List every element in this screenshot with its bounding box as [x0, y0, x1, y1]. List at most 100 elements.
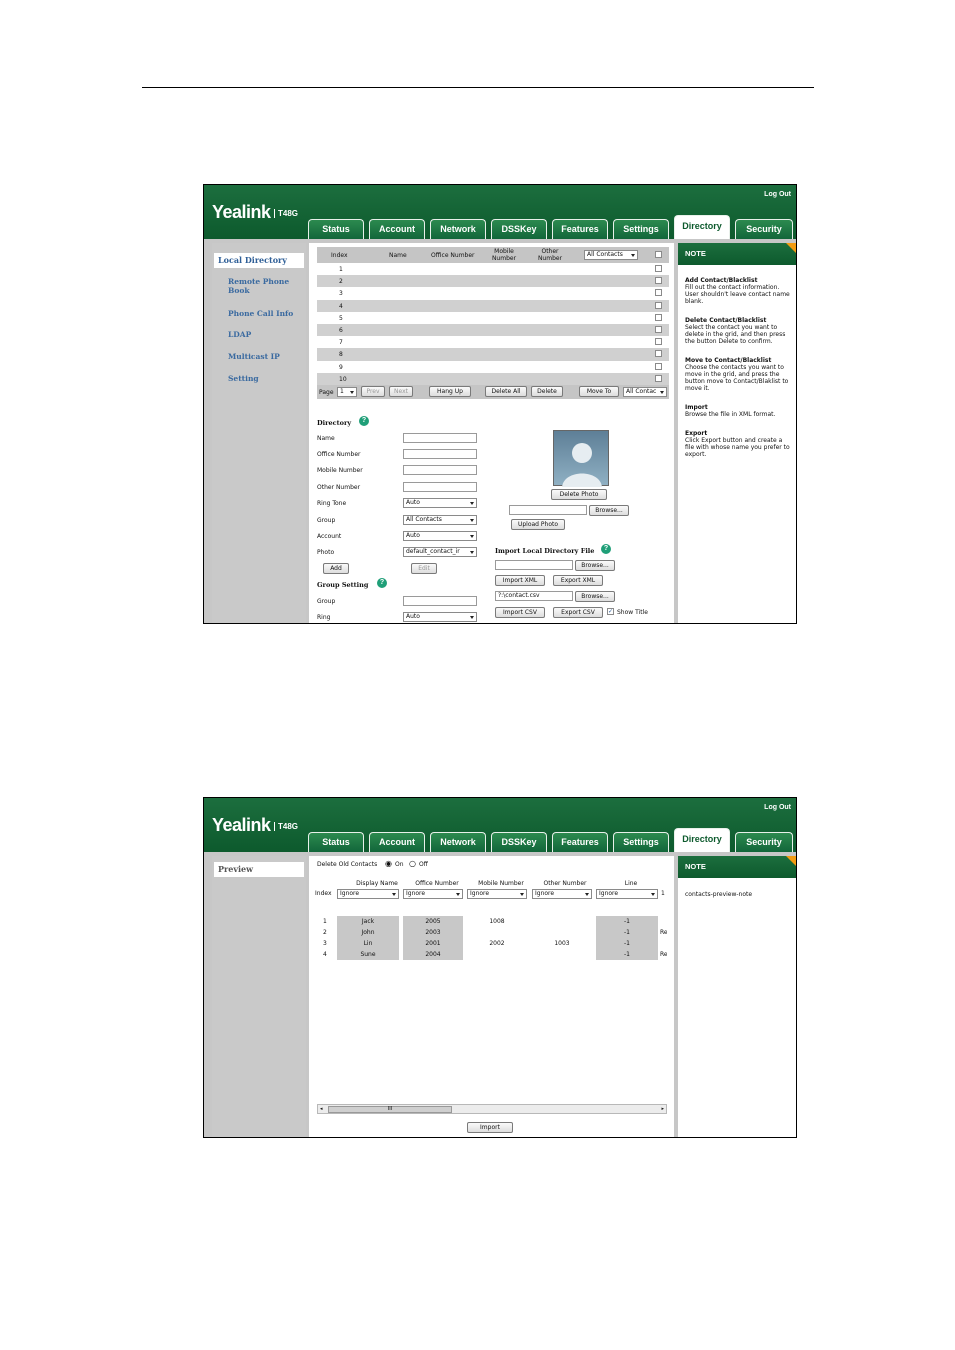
- import-xml-button[interactable]: Import XML: [495, 575, 545, 586]
- select-all-checkbox[interactable]: [655, 251, 662, 258]
- tab-status[interactable]: Status: [308, 832, 364, 852]
- upload-photo-button[interactable]: Upload Photo: [511, 519, 565, 530]
- tab-status[interactable]: Status: [308, 219, 364, 239]
- table-row[interactable]: 7: [317, 336, 669, 348]
- csv-file-input[interactable]: ?:\contact.csv: [495, 591, 573, 601]
- logout-link[interactable]: Log Out: [764, 804, 791, 811]
- contacts-filter-select[interactable]: All Contacts: [584, 250, 638, 260]
- show-title-checkbox[interactable]: ✓: [607, 608, 614, 615]
- add-button[interactable]: Add: [323, 563, 349, 574]
- move-target-select[interactable]: All Contac: [623, 386, 667, 397]
- note-item: Delete Contact/Blacklist Select the conta…: [685, 317, 793, 345]
- sidebar-item-ldap[interactable]: LDAP: [228, 330, 251, 339]
- import-help-icon[interactable]: ?: [601, 544, 611, 554]
- tab-settings[interactable]: Settings: [613, 219, 669, 239]
- export-xml-button[interactable]: Export XML: [553, 575, 603, 586]
- tab-network[interactable]: Network: [430, 832, 486, 852]
- note-body: Add Contact/Blacklist Fill out the contac…: [685, 277, 793, 470]
- tab-settings[interactable]: Settings: [613, 832, 669, 852]
- off-radio[interactable]: ○: [409, 859, 416, 868]
- sidebar-item-preview[interactable]: Preview: [214, 862, 304, 877]
- sidebar-item-local-directory[interactable]: Local Directory: [214, 253, 304, 268]
- delete-button[interactable]: Delete: [531, 385, 563, 397]
- sidebar-item-multicast-ip[interactable]: Multicast IP: [228, 352, 280, 361]
- mapping-select-office-number[interactable]: Ignore: [403, 889, 463, 899]
- scroll-left-icon[interactable]: ◂: [320, 1106, 323, 1112]
- sidebar-item-phone-call-info[interactable]: Phone Call Info: [228, 309, 293, 318]
- tab-security[interactable]: Security: [735, 832, 793, 852]
- mobile-number-input[interactable]: [403, 465, 477, 475]
- mapping-select-mobile-number[interactable]: Ignore: [467, 889, 527, 899]
- group-setting-help-icon[interactable]: ?: [377, 578, 387, 588]
- tab-features[interactable]: Features: [552, 832, 608, 852]
- col-mobile: Mobile Number: [491, 248, 517, 262]
- row-checkbox[interactable]: [655, 362, 662, 370]
- import-csv-button[interactable]: Import CSV: [495, 607, 545, 618]
- table-row[interactable]: 6: [317, 323, 669, 337]
- photo-browse-button[interactable]: Browse...: [589, 505, 629, 516]
- table-row[interactable]: 5: [317, 312, 669, 324]
- row-checkbox[interactable]: [655, 289, 662, 297]
- mapping-select-other-number[interactable]: Ignore: [532, 889, 592, 899]
- export-csv-button[interactable]: Export CSV: [553, 607, 603, 618]
- tab-account[interactable]: Account: [369, 832, 425, 852]
- table-row[interactable]: 4: [317, 299, 669, 312]
- tab-security[interactable]: Security: [735, 219, 793, 239]
- move-to-button[interactable]: Move To: [579, 385, 619, 397]
- import-button[interactable]: Import: [467, 1122, 513, 1133]
- prev-button[interactable]: Prev: [361, 385, 385, 397]
- row-checkbox[interactable]: [655, 313, 662, 321]
- table-row[interactable]: 10: [317, 372, 669, 385]
- tab-dsskey[interactable]: DSSKey: [491, 219, 547, 239]
- tab-dsskey[interactable]: DSSKey: [491, 832, 547, 852]
- row-checkbox[interactable]: [655, 325, 662, 333]
- row-checkbox[interactable]: [655, 350, 662, 358]
- account-select[interactable]: Auto: [403, 531, 477, 541]
- tab-features[interactable]: Features: [552, 219, 608, 239]
- table-row[interactable]: 3: [317, 287, 669, 299]
- horizontal-scrollbar[interactable]: ◂ III ▸: [317, 1104, 667, 1114]
- model-label: T48G: [274, 822, 298, 831]
- delete-all-button[interactable]: Delete All: [485, 385, 527, 397]
- tab-directory[interactable]: Directory: [674, 828, 730, 852]
- row-checkbox[interactable]: [655, 374, 662, 382]
- name-input[interactable]: [403, 433, 477, 443]
- logout-link[interactable]: Log Out: [764, 191, 791, 198]
- on-radio[interactable]: ◉: [385, 859, 392, 868]
- row-checkbox[interactable]: [655, 338, 662, 346]
- scroll-right-icon[interactable]: ▸: [661, 1106, 664, 1112]
- office-number-input[interactable]: [403, 449, 477, 459]
- photo-select[interactable]: default_contact_ir: [403, 547, 477, 557]
- scrollbar-thumb[interactable]: III: [328, 1106, 452, 1113]
- tab-directory[interactable]: Directory: [674, 215, 730, 239]
- tab-network[interactable]: Network: [430, 219, 486, 239]
- csv-browse-button[interactable]: Browse...: [575, 591, 615, 602]
- table-row[interactable]: 9: [317, 361, 669, 373]
- sidebar-item-setting[interactable]: Setting: [228, 374, 259, 383]
- group-select[interactable]: All Contacts: [403, 515, 477, 525]
- next-button[interactable]: Next: [389, 385, 413, 397]
- delete-photo-button[interactable]: Delete Photo: [551, 489, 607, 500]
- table-row[interactable]: 8: [317, 348, 669, 361]
- table-row: John 2003 -1 Re: [337, 927, 667, 938]
- mapping-select-display-name[interactable]: Ignore: [337, 889, 399, 899]
- other-number-input[interactable]: [403, 482, 477, 492]
- hang-up-button[interactable]: Hang Up: [429, 385, 471, 397]
- row-checkbox[interactable]: [655, 301, 662, 309]
- directory-help-icon[interactable]: ?: [359, 416, 369, 426]
- edit-button[interactable]: Edit: [411, 563, 437, 574]
- row-checkbox[interactable]: [655, 277, 662, 285]
- tab-account[interactable]: Account: [369, 219, 425, 239]
- table-row[interactable]: 2: [317, 275, 669, 288]
- table-row[interactable]: 1: [317, 263, 669, 275]
- page-select[interactable]: 1: [337, 386, 357, 397]
- import-file-input[interactable]: [495, 560, 573, 570]
- row-checkbox[interactable]: [655, 265, 662, 272]
- group-setting-ring-select[interactable]: Auto: [403, 612, 477, 622]
- mapping-select-line[interactable]: Ignore: [596, 889, 658, 899]
- photo-file-input[interactable]: [509, 505, 587, 515]
- import-browse-button[interactable]: Browse...: [575, 560, 615, 571]
- sidebar-item-remote-phone-book[interactable]: Remote Phone Book: [228, 277, 298, 295]
- ring-tone-select[interactable]: Auto: [403, 498, 477, 508]
- group-setting-group-input[interactable]: [403, 596, 477, 606]
